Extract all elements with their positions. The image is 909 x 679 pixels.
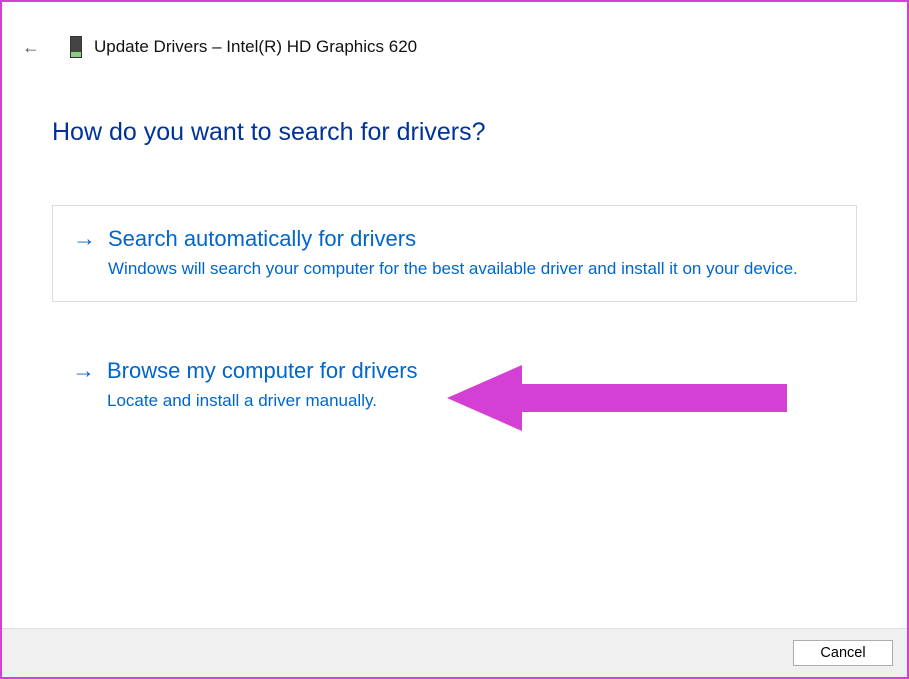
option-search-automatically[interactable]: → Search automatically for drivers Windo… — [52, 205, 857, 302]
option-desc: Locate and install a driver manually. — [107, 388, 837, 414]
option-desc: Windows will search your computer for th… — [108, 256, 836, 282]
option-title: Search automatically for drivers — [108, 224, 836, 254]
dialog-header: ← Update Drivers – Intel(R) HD Graphics … — [2, 2, 907, 60]
arrow-right-icon: → — [73, 224, 96, 254]
dialog-footer: Cancel — [2, 628, 907, 677]
spacer — [52, 302, 857, 338]
device-icon — [70, 36, 82, 58]
cancel-button[interactable]: Cancel — [793, 640, 893, 666]
dialog-content: How do you want to search for drivers? →… — [2, 118, 907, 433]
option-text: Browse my computer for drivers Locate an… — [107, 356, 837, 413]
option-browse-computer[interactable]: → Browse my computer for drivers Locate … — [52, 338, 857, 433]
arrow-right-icon: → — [72, 356, 95, 386]
back-arrow-icon[interactable]: ← — [18, 34, 44, 60]
dialog-title: Update Drivers – Intel(R) HD Graphics 62… — [94, 37, 417, 57]
option-title: Browse my computer for drivers — [107, 356, 837, 386]
option-text: Search automatically for drivers Windows… — [108, 224, 836, 281]
main-heading: How do you want to search for drivers? — [52, 118, 857, 147]
